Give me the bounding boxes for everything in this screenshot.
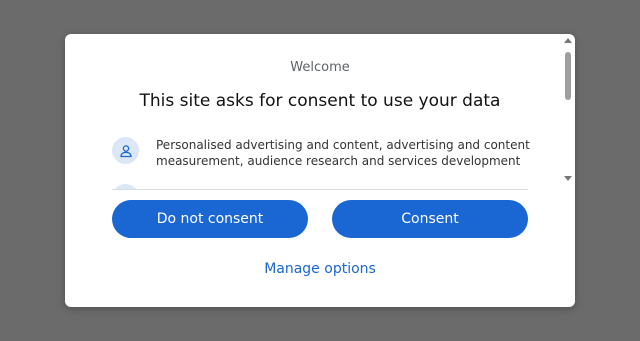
scroll-down-arrow-icon[interactable]	[564, 176, 572, 181]
consent-headline: This site asks for consent to use your d…	[139, 91, 501, 111]
welcome-label: Welcome	[290, 60, 350, 75]
purpose-text: Personalised advertising and content, ad…	[156, 138, 530, 168]
do-not-consent-button[interactable]: Do not consent	[112, 200, 308, 238]
manage-options-link[interactable]: Manage options	[65, 261, 575, 277]
scrollbar-thumb[interactable]	[565, 52, 571, 100]
divider	[112, 189, 528, 190]
scroll-up-arrow-icon[interactable]	[564, 38, 572, 43]
page-overlay: Welcome This site asks for consent to us…	[0, 0, 640, 341]
consent-dialog: Welcome This site asks for consent to us…	[65, 34, 575, 307]
purpose-item: Personalised advertising and content, ad…	[112, 137, 532, 169]
consent-scroll-area[interactable]: Welcome This site asks for consent to us…	[65, 34, 563, 190]
consent-button[interactable]: Consent	[332, 200, 528, 238]
scrollbar[interactable]	[563, 38, 573, 184]
person-icon	[112, 137, 139, 164]
